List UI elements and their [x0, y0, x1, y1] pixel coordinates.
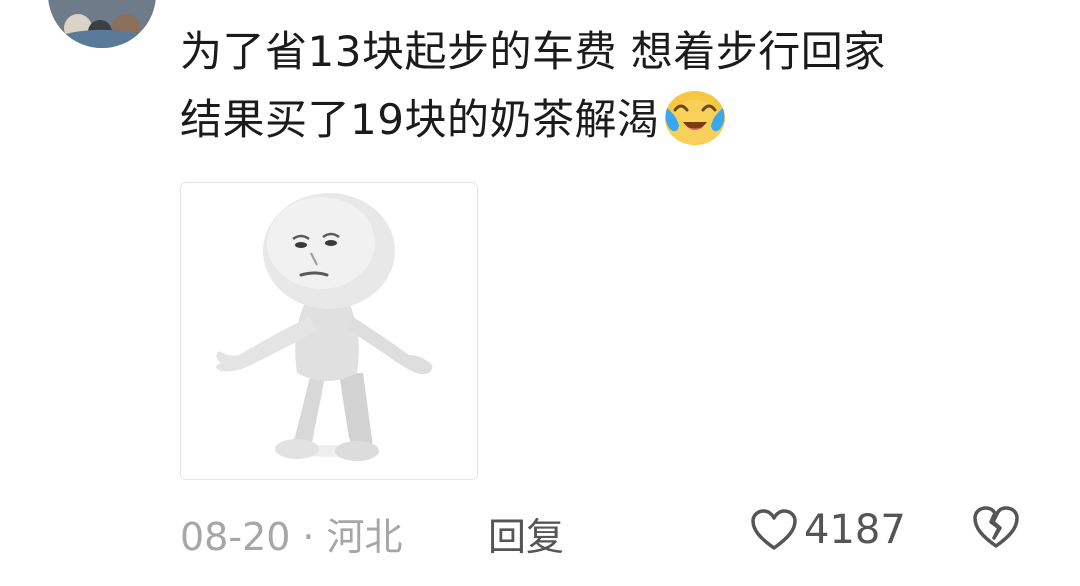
comment-item: 为了省13块起步的车费 想着步行回家 结果买了19块的奶茶解渴 08-20 · …: [0, 0, 1080, 586]
avatar[interactable]: [48, 0, 156, 48]
comment-text-line-2: 结果买了19块的奶茶解渴: [180, 84, 1040, 152]
reply-button[interactable]: 回复: [488, 506, 564, 561]
crying-laughing-emoji-icon: [661, 84, 727, 148]
meta-separator: ·: [302, 515, 315, 559]
comment-meta: 08-20 · 河北: [180, 506, 403, 561]
comment-text-line-1: 为了省13块起步的车费 想着步行回家: [180, 27, 886, 76]
broken-heart-icon: [973, 506, 1019, 548]
comment-date: 08-20: [180, 515, 291, 559]
heart-outline-icon: [751, 509, 797, 550]
comment-location: 河北: [326, 515, 403, 559]
comment-image[interactable]: [180, 182, 478, 480]
comment-text: 为了省13块起步的车费 想着步行回家 结果买了19块的奶茶解渴: [180, 20, 1040, 152]
like-button[interactable]: 4187: [750, 500, 906, 560]
like-count: 4187: [804, 507, 906, 553]
comment-text-line-2-content: 结果买了19块的奶茶解渴: [180, 95, 660, 144]
comment-footer: 08-20 · 河北 回复 4187: [180, 500, 1040, 560]
dislike-button[interactable]: [972, 504, 1020, 550]
